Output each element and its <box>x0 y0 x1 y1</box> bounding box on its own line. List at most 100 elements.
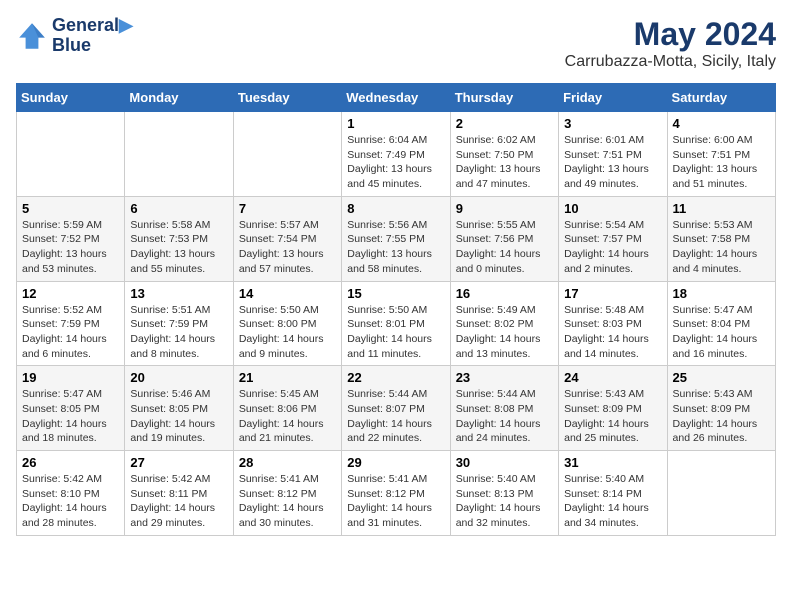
header-cell-saturday: Saturday <box>667 84 775 112</box>
calendar-cell: 10 Sunrise: 5:54 AM Sunset: 7:57 PM Dayli… <box>559 196 667 281</box>
header-cell-wednesday: Wednesday <box>342 84 450 112</box>
calendar-cell: 31Sunrise: 5:40 AM Sunset: 8:14 PM Dayli… <box>559 451 667 536</box>
calendar-cell: 7 Sunrise: 5:57 AM Sunset: 7:54 PM Daylig… <box>233 196 341 281</box>
day-number: 11 <box>673 201 770 216</box>
day-info: Sunrise: 5:46 AM Sunset: 8:05 PM Dayligh… <box>130 387 227 446</box>
day-number: 9 <box>456 201 553 216</box>
day-info: Sunrise: 5:43 AM Sunset: 8:09 PM Dayligh… <box>673 387 770 446</box>
day-number: 13 <box>130 286 227 301</box>
day-info: Sunrise: 5:51 AM Sunset: 7:59 PM Dayligh… <box>130 303 227 362</box>
day-info: Sunrise: 5:59 AM Sunset: 7:52 PM Dayligh… <box>22 218 119 277</box>
day-info: Sunrise: 5:40 AM Sunset: 8:13 PM Dayligh… <box>456 472 553 531</box>
calendar-cell: 27 Sunrise: 5:42 AM Sunset: 8:11 PM Dayli… <box>125 451 233 536</box>
day-number: 27 <box>130 455 227 470</box>
calendar-cell: 3Sunrise: 6:01 AM Sunset: 7:51 PM Daylig… <box>559 112 667 197</box>
day-info: Sunrise: 5:45 AM Sunset: 8:06 PM Dayligh… <box>239 387 336 446</box>
day-info: Sunrise: 5:52 AM Sunset: 7:59 PM Dayligh… <box>22 303 119 362</box>
day-number: 14 <box>239 286 336 301</box>
day-info: Sunrise: 5:43 AM Sunset: 8:09 PM Dayligh… <box>564 387 661 446</box>
calendar-cell: 18Sunrise: 5:47 AM Sunset: 8:04 PM Dayli… <box>667 281 775 366</box>
calendar-week-row: 26 Sunrise: 5:42 AM Sunset: 8:10 PM Dayli… <box>17 451 776 536</box>
calendar-cell: 26 Sunrise: 5:42 AM Sunset: 8:10 PM Dayli… <box>17 451 125 536</box>
day-info: Sunrise: 5:57 AM Sunset: 7:54 PM Dayligh… <box>239 218 336 277</box>
calendar-cell: 21Sunrise: 5:45 AM Sunset: 8:06 PM Dayli… <box>233 366 341 451</box>
calendar-week-row: 19Sunrise: 5:47 AM Sunset: 8:05 PM Dayli… <box>17 366 776 451</box>
day-number: 1 <box>347 116 444 131</box>
day-number: 17 <box>564 286 661 301</box>
day-number: 28 <box>239 455 336 470</box>
day-number: 10 <box>564 201 661 216</box>
calendar-cell: 29Sunrise: 5:41 AM Sunset: 8:12 PM Dayli… <box>342 451 450 536</box>
main-title: May 2024 <box>565 16 776 53</box>
calendar-cell <box>233 112 341 197</box>
header-cell-sunday: Sunday <box>17 84 125 112</box>
logo-icon <box>16 20 48 52</box>
calendar-cell: 12 Sunrise: 5:52 AM Sunset: 7:59 PM Dayli… <box>17 281 125 366</box>
day-info: Sunrise: 6:02 AM Sunset: 7:50 PM Dayligh… <box>456 133 553 192</box>
day-number: 26 <box>22 455 119 470</box>
calendar-week-row: 5 Sunrise: 5:59 AM Sunset: 7:52 PM Daylig… <box>17 196 776 281</box>
day-info: Sunrise: 5:49 AM Sunset: 8:02 PM Dayligh… <box>456 303 553 362</box>
logo-text: General▶ Blue <box>52 16 133 56</box>
day-info: Sunrise: 5:56 AM Sunset: 7:55 PM Dayligh… <box>347 218 444 277</box>
calendar-cell: 24Sunrise: 5:43 AM Sunset: 8:09 PM Dayli… <box>559 366 667 451</box>
day-number: 22 <box>347 370 444 385</box>
calendar-cell <box>667 451 775 536</box>
calendar-cell: 5 Sunrise: 5:59 AM Sunset: 7:52 PM Daylig… <box>17 196 125 281</box>
day-number: 4 <box>673 116 770 131</box>
day-number: 18 <box>673 286 770 301</box>
calendar-header-row: SundayMondayTuesdayWednesdayThursdayFrid… <box>17 84 776 112</box>
day-info: Sunrise: 5:40 AM Sunset: 8:14 PM Dayligh… <box>564 472 661 531</box>
day-info: Sunrise: 5:42 AM Sunset: 8:11 PM Dayligh… <box>130 472 227 531</box>
day-info: Sunrise: 5:50 AM Sunset: 8:00 PM Dayligh… <box>239 303 336 362</box>
title-block: May 2024 Carrubazza-Motta, Sicily, Italy <box>565 16 776 71</box>
day-info: Sunrise: 5:55 AM Sunset: 7:56 PM Dayligh… <box>456 218 553 277</box>
day-number: 15 <box>347 286 444 301</box>
subtitle: Carrubazza-Motta, Sicily, Italy <box>565 53 776 71</box>
calendar-cell: 16 Sunrise: 5:49 AM Sunset: 8:02 PM Dayli… <box>450 281 558 366</box>
calendar-cell <box>125 112 233 197</box>
day-number: 7 <box>239 201 336 216</box>
header-cell-tuesday: Tuesday <box>233 84 341 112</box>
calendar-cell: 11 Sunrise: 5:53 AM Sunset: 7:58 PM Dayli… <box>667 196 775 281</box>
calendar-cell: 25 Sunrise: 5:43 AM Sunset: 8:09 PM Dayli… <box>667 366 775 451</box>
calendar-cell: 28 Sunrise: 5:41 AM Sunset: 8:12 PM Dayli… <box>233 451 341 536</box>
calendar-cell: 9 Sunrise: 5:55 AM Sunset: 7:56 PM Daylig… <box>450 196 558 281</box>
day-info: Sunrise: 6:00 AM Sunset: 7:51 PM Dayligh… <box>673 133 770 192</box>
day-info: Sunrise: 5:58 AM Sunset: 7:53 PM Dayligh… <box>130 218 227 277</box>
header-cell-friday: Friday <box>559 84 667 112</box>
day-number: 23 <box>456 370 553 385</box>
day-number: 30 <box>456 455 553 470</box>
calendar-cell: 1 Sunrise: 6:04 AM Sunset: 7:49 PM Daylig… <box>342 112 450 197</box>
day-info: Sunrise: 5:41 AM Sunset: 8:12 PM Dayligh… <box>239 472 336 531</box>
day-info: Sunrise: 5:53 AM Sunset: 7:58 PM Dayligh… <box>673 218 770 277</box>
calendar-cell: 13 Sunrise: 5:51 AM Sunset: 7:59 PM Dayli… <box>125 281 233 366</box>
calendar-cell: 14 Sunrise: 5:50 AM Sunset: 8:00 PM Dayli… <box>233 281 341 366</box>
day-number: 25 <box>673 370 770 385</box>
day-number: 19 <box>22 370 119 385</box>
day-number: 6 <box>130 201 227 216</box>
calendar-cell: 22Sunrise: 5:44 AM Sunset: 8:07 PM Dayli… <box>342 366 450 451</box>
header-cell-thursday: Thursday <box>450 84 558 112</box>
day-number: 12 <box>22 286 119 301</box>
day-info: Sunrise: 5:48 AM Sunset: 8:03 PM Dayligh… <box>564 303 661 362</box>
calendar-cell: 8Sunrise: 5:56 AM Sunset: 7:55 PM Daylig… <box>342 196 450 281</box>
day-info: Sunrise: 5:42 AM Sunset: 8:10 PM Dayligh… <box>22 472 119 531</box>
calendar-week-row: 1 Sunrise: 6:04 AM Sunset: 7:49 PM Daylig… <box>17 112 776 197</box>
page-header: General▶ Blue May 2024 Carrubazza-Motta,… <box>16 16 776 71</box>
day-info: Sunrise: 5:50 AM Sunset: 8:01 PM Dayligh… <box>347 303 444 362</box>
calendar-cell <box>17 112 125 197</box>
calendar-week-row: 12 Sunrise: 5:52 AM Sunset: 7:59 PM Dayli… <box>17 281 776 366</box>
day-number: 5 <box>22 201 119 216</box>
day-info: Sunrise: 5:44 AM Sunset: 8:08 PM Dayligh… <box>456 387 553 446</box>
day-number: 2 <box>456 116 553 131</box>
calendar-cell: 23 Sunrise: 5:44 AM Sunset: 8:08 PM Dayli… <box>450 366 558 451</box>
day-number: 16 <box>456 286 553 301</box>
day-number: 20 <box>130 370 227 385</box>
day-info: Sunrise: 6:04 AM Sunset: 7:49 PM Dayligh… <box>347 133 444 192</box>
day-info: Sunrise: 5:41 AM Sunset: 8:12 PM Dayligh… <box>347 472 444 531</box>
calendar-cell: 30 Sunrise: 5:40 AM Sunset: 8:13 PM Dayli… <box>450 451 558 536</box>
calendar-cell: 4 Sunrise: 6:00 AM Sunset: 7:51 PM Daylig… <box>667 112 775 197</box>
day-number: 3 <box>564 116 661 131</box>
day-info: Sunrise: 5:54 AM Sunset: 7:57 PM Dayligh… <box>564 218 661 277</box>
